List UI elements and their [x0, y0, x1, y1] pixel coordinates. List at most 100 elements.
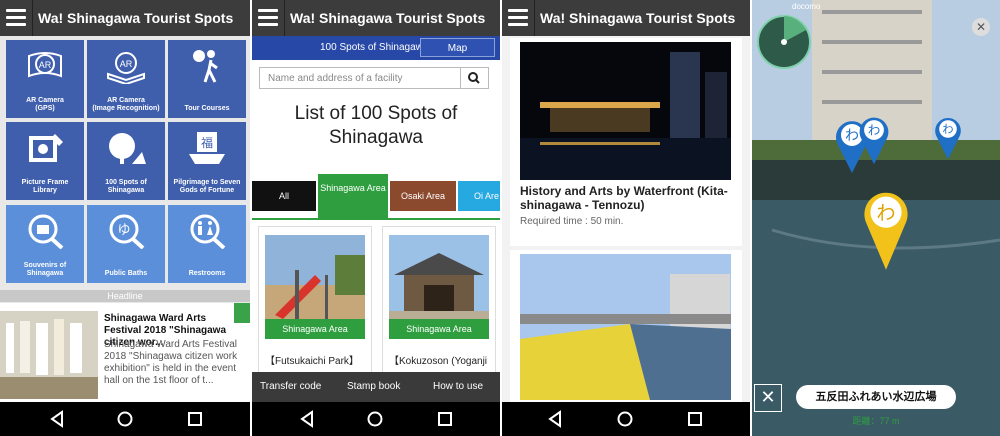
- tour-course-screen: Wa! Shinagawa Tourist Spots History and …: [502, 0, 750, 436]
- course-time: Required time : 50 min.: [520, 216, 624, 227]
- radar-icon: [757, 15, 811, 69]
- fortune-boat-icon: 福: [189, 132, 225, 164]
- ar-book-icon: AR: [107, 52, 145, 84]
- recents-icon[interactable]: [186, 410, 204, 428]
- restroom-search-icon: [190, 214, 226, 249]
- close-ar-button[interactable]: ✕: [754, 384, 782, 412]
- map-button[interactable]: Map: [420, 38, 495, 57]
- home-icon[interactable]: [116, 410, 134, 428]
- tile-label: AR Camera (Image Recognition): [92, 97, 160, 112]
- course-photo-canal: [520, 254, 731, 400]
- tile-label: Pilgrimage to Seven Gods of Fortune: [173, 179, 241, 194]
- news-thumbnail: [0, 311, 98, 399]
- spot-card[interactable]: Shinagawa Area 【Kokuzoson (Yoganji: [382, 226, 496, 378]
- carrier-label: docomo: [792, 2, 821, 11]
- page-title: List of 100 Spots of Shinagawa: [294, 103, 458, 148]
- how-to-use-link[interactable]: How to use: [433, 381, 483, 392]
- svg-text:わ: わ: [868, 123, 881, 138]
- ar-pin-icon[interactable]: わ: [932, 112, 964, 162]
- tree-landmark-icon: [109, 133, 146, 164]
- app-title: Wa! Shinagawa Tourist Spots: [38, 10, 234, 26]
- course-title: History and Arts by Waterfront (Kita-shi…: [520, 184, 728, 212]
- app-bar: Wa! Shinagawa Tourist Spots: [0, 0, 250, 36]
- tab-osaki-area[interactable]: Osaki Area: [390, 181, 456, 211]
- hamburger-menu-icon[interactable]: [258, 9, 278, 27]
- svg-text:福: 福: [201, 135, 213, 150]
- android-nav-bar: [502, 402, 750, 436]
- app-bar: Wa! Shinagawa Tourist Spots: [502, 0, 750, 36]
- search-input[interactable]: Name and address of a facility: [259, 67, 461, 89]
- tile-tour-courses[interactable]: Tour Courses: [168, 40, 246, 118]
- tile-restrooms[interactable]: Restrooms: [168, 205, 246, 283]
- area-label: Shinagawa Area: [389, 319, 489, 339]
- souvenir-search-icon: [28, 214, 64, 249]
- stamp-book-link[interactable]: Stamp book: [347, 381, 400, 392]
- hamburger-menu-icon[interactable]: [6, 9, 26, 27]
- spot-name: 【Kokuzoson (Yoganji: [389, 356, 488, 367]
- recents-icon[interactable]: [686, 410, 704, 428]
- course-card[interactable]: [510, 250, 742, 402]
- ar-glasses-icon: AR: [28, 52, 62, 78]
- back-icon[interactable]: [48, 410, 66, 428]
- recents-icon[interactable]: [436, 410, 454, 428]
- tile-label: Tour Courses: [184, 105, 230, 112]
- spot-name: 【Futsukaichi Park】: [265, 356, 359, 367]
- ar-camera-screen: docomo ✕ わ わ わ わ ✕ 五反田ふれあい水辺広場 距離：77 m: [752, 0, 1000, 436]
- area-label: Shinagawa Area: [265, 319, 365, 339]
- tile-100-spots[interactable]: 100 Spots of Shinagawa: [87, 122, 165, 200]
- svg-text:AR: AR: [120, 59, 133, 69]
- back-icon[interactable]: [546, 410, 564, 428]
- tile-label: Public Baths: [104, 270, 148, 277]
- spot-photo-temple: [389, 235, 489, 331]
- news-item[interactable]: Shinagawa Ward Arts Festival 2018 "Shina…: [0, 303, 250, 402]
- ar-pin-icon[interactable]: わ: [856, 112, 892, 166]
- transfer-code-link[interactable]: Transfer code: [260, 381, 321, 392]
- tile-ar-camera-image[interactable]: AR AR Camera (Image Recognition): [87, 40, 165, 118]
- home-icon[interactable]: [366, 410, 384, 428]
- walking-person-icon: [193, 50, 218, 83]
- tile-label: Picture Frame Library: [21, 179, 69, 194]
- search-button[interactable]: [461, 67, 489, 89]
- app-bar: Wa! Shinagawa Tourist Spots: [252, 0, 500, 36]
- course-card[interactable]: History and Arts by Waterfront (Kita-shi…: [510, 38, 742, 246]
- tab-all[interactable]: All: [252, 181, 316, 211]
- course-photo-night: [520, 42, 731, 180]
- tile-ar-camera-gps[interactable]: AR AR Camera (GPS): [6, 40, 84, 118]
- tile-pilgrimage[interactable]: 福 Pilgrimage to Seven Gods of Fortune: [168, 122, 246, 200]
- tile-label: AR Camera (GPS): [26, 97, 64, 112]
- bath-search-icon: ゆ: [109, 214, 145, 249]
- tile-label: Souvenirs of Shinagawa: [23, 262, 67, 277]
- bottom-menu: Transfer code Stamp book How to use: [252, 372, 500, 402]
- tab-oi-area[interactable]: Oi Are: [458, 181, 500, 211]
- svg-text:ゆ: ゆ: [117, 223, 130, 238]
- news-body: Shinagawa Ward Arts Festival 2018 "Shina…: [104, 339, 238, 386]
- app-title: Wa! Shinagawa Tourist Spots: [290, 10, 486, 26]
- tile-public-baths[interactable]: ゆ Public Baths: [87, 205, 165, 283]
- tile-picture-frame[interactable]: Picture Frame Library: [6, 122, 84, 200]
- android-nav-bar: [252, 402, 500, 436]
- hamburger-menu-icon[interactable]: [508, 9, 528, 27]
- android-nav-bar: [0, 402, 250, 436]
- headline-bar: Headline: [0, 290, 250, 302]
- svg-text:わ: わ: [876, 201, 895, 224]
- spot-card[interactable]: Shinagawa Area 【Futsukaichi Park】: [258, 226, 372, 378]
- tab-shinagawa-area[interactable]: Shinagawa Area: [318, 174, 388, 218]
- home-icon[interactable]: [616, 410, 634, 428]
- svg-text:わ: わ: [942, 123, 953, 136]
- section-title: 100 Spots of Shinagawa: [320, 42, 429, 53]
- tile-label: 100 Spots of Shinagawa: [105, 179, 147, 194]
- distance-label: 距離：77 m: [852, 416, 900, 426]
- tile-label: Restrooms: [188, 270, 226, 277]
- spot-name-label: 五反田ふれあい水辺広場: [796, 385, 956, 409]
- app-title: Wa! Shinagawa Tourist Spots: [540, 10, 736, 26]
- ar-pin-selected-icon[interactable]: わ: [862, 185, 910, 273]
- tab-underline: [252, 218, 500, 220]
- tile-souvenirs[interactable]: Souvenirs of Shinagawa: [6, 205, 84, 283]
- section-bar: 100 Spots of Shinagawa Map: [252, 36, 500, 60]
- back-icon[interactable]: [298, 410, 316, 428]
- home-screen: Wa! Shinagawa Tourist Spots AR AR Camera…: [0, 0, 250, 436]
- close-icon[interactable]: ✕: [972, 18, 990, 36]
- spot-photo-park: [265, 235, 365, 331]
- spots-list-screen: Wa! Shinagawa Tourist Spots 100 Spots of…: [252, 0, 500, 436]
- search-icon: [468, 72, 480, 84]
